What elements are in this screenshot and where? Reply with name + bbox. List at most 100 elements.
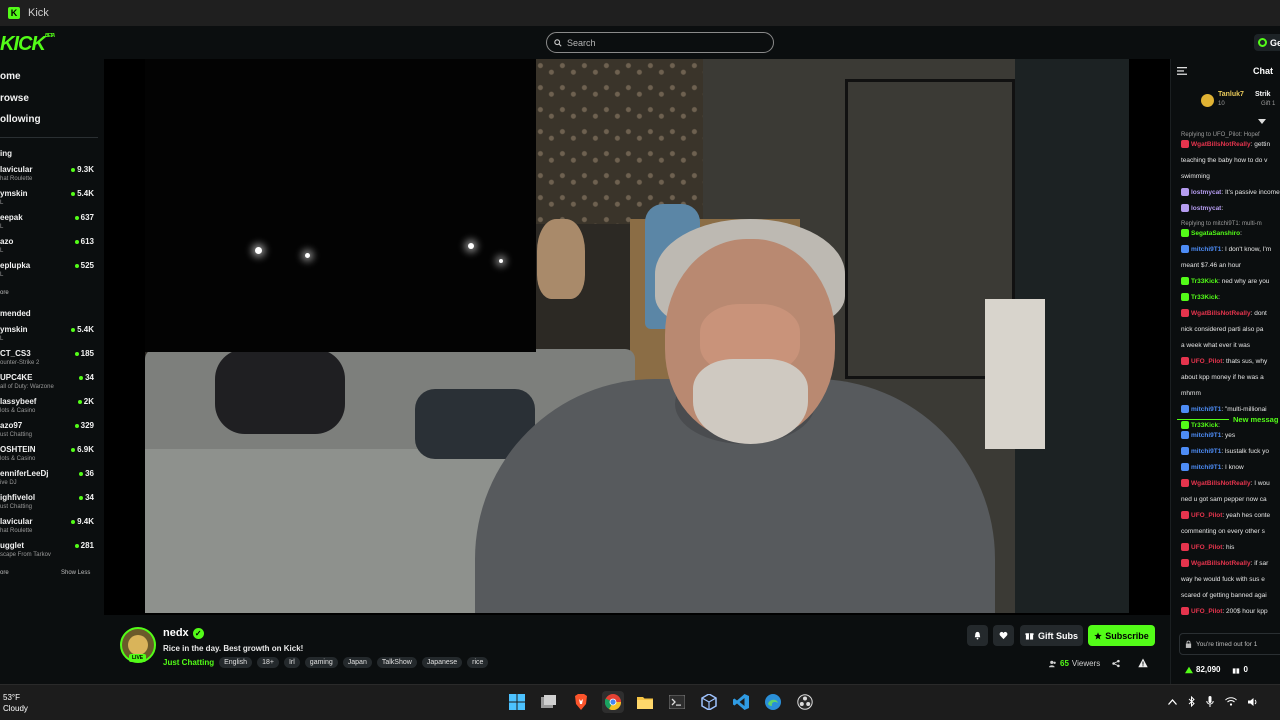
chat-message[interactable]: way he would fuck with sus e <box>1181 575 1280 584</box>
recommended-channel[interactable]: ighfivelol ust Chatting 34 <box>0 493 98 515</box>
chat-message[interactable]: UFO_Pilot: yeah hes conte <box>1181 511 1280 520</box>
chat-username[interactable]: SegataSanshiro <box>1191 230 1240 237</box>
sidebar-home[interactable]: ome <box>0 71 21 82</box>
chat-username[interactable]: mitchi9T1 <box>1191 406 1221 413</box>
recommended-channel[interactable]: azo97 ust Chatting 329 <box>0 421 98 443</box>
channel-points[interactable]: 82,090 <box>1185 665 1220 674</box>
show-less-button[interactable]: Show Less <box>61 570 90 576</box>
chat-message[interactable]: mitchi9T1: I know <box>1181 463 1280 472</box>
chevron-up-icon[interactable] <box>1168 698 1177 705</box>
following-channel[interactable]: ymskin L 5.4K <box>0 189 98 211</box>
search-input[interactable] <box>567 37 757 48</box>
chat-settings[interactable]: 0 <box>1232 665 1248 674</box>
chat-input-timeout[interactable]: You're timed out for 1 <box>1179 633 1280 655</box>
chat-message[interactable]: WgatBillsNotReally: I wou <box>1181 479 1280 488</box>
chat-message[interactable]: UFO_Pilot: 200$ hour kpp <box>1181 607 1280 616</box>
tag-pill[interactable]: Irl <box>283 657 300 668</box>
chat-message[interactable]: mitchi9T1: I don't know, I'm <box>1181 245 1280 254</box>
chat-username[interactable]: mitchi9T1 <box>1191 464 1221 471</box>
show-more-following[interactable]: ore <box>0 290 9 296</box>
chat-message[interactable]: WgatBillsNotReally: if sar <box>1181 559 1280 568</box>
chat-username[interactable]: WgatBillsNotReally <box>1191 141 1251 148</box>
chat-message[interactable]: swimming <box>1181 172 1280 181</box>
chevron-down-icon[interactable] <box>1258 119 1266 125</box>
chat-username[interactable]: Tr33Kick <box>1191 278 1218 285</box>
recommended-channel[interactable]: lassybeef lots & Casino 2K <box>0 397 98 419</box>
virtualbox-icon[interactable] <box>698 691 720 713</box>
vscode-icon[interactable] <box>730 691 752 713</box>
chat-message[interactable]: mitchi9T1: "multi-millionai <box>1181 405 1280 414</box>
chat-message[interactable]: Replying to UFO_Pilot: Hopef WgatBillsNot… <box>1181 131 1280 149</box>
recommended-channel[interactable]: UPC4KE all of Duty: Warzone 34 <box>0 373 98 395</box>
report-warning-icon[interactable] <box>1138 658 1148 668</box>
show-more-recommended[interactable]: ore <box>0 570 9 576</box>
new-messages-label[interactable]: New messag <box>1233 415 1280 424</box>
following-channel[interactable]: eepak L 637 <box>0 213 98 235</box>
video-player[interactable] <box>104 59 1170 615</box>
chat-message[interactable]: teaching the baby how to do v <box>1181 156 1280 165</box>
sidebar-following[interactable]: ollowing <box>0 114 41 125</box>
chat-message[interactable]: WgatBillsNotReally: dont <box>1181 309 1280 318</box>
recommended-channel[interactable]: ymskin L 5.4K <box>0 325 98 347</box>
following-channel[interactable]: lavicular hat Roulette 9.3K <box>0 165 98 187</box>
search-bar[interactable] <box>546 32 774 53</box>
chat-message[interactable]: scared of getting banned agai <box>1181 591 1280 600</box>
chat-message[interactable]: UFO_Pilot: thats sus, why <box>1181 357 1280 366</box>
chat-message[interactable]: a week what ever it was <box>1181 341 1280 350</box>
chat-message[interactable]: nick considered parti also pa <box>1181 325 1280 334</box>
chat-username[interactable]: UFO_Pilot <box>1191 608 1222 615</box>
share-icon[interactable] <box>1112 659 1120 668</box>
streamer-name[interactable]: nedx ✓ <box>163 627 204 639</box>
chat-message[interactable]: UFO_Pilot: his <box>1181 543 1280 552</box>
windows-start-icon[interactable] <box>506 691 528 713</box>
collapse-chat-icon[interactable] <box>1177 67 1187 75</box>
task-view-icon[interactable] <box>538 691 560 713</box>
chat-username[interactable]: WgatBillsNotReally <box>1191 310 1251 317</box>
following-channel[interactable]: eplupka L 525 <box>0 261 98 283</box>
chat-username[interactable]: UFO_Pilot <box>1191 358 1222 365</box>
chat-message[interactable]: commenting on every other s <box>1181 527 1280 536</box>
file-explorer-icon[interactable] <box>634 691 656 713</box>
tag-pill[interactable]: Japan <box>342 657 372 668</box>
chat-message[interactable]: about kpp money if he was a <box>1181 373 1280 382</box>
chat-message[interactable]: meant $7.46 an hour <box>1181 261 1280 270</box>
chat-username[interactable]: WgatBillsNotReally <box>1191 560 1251 567</box>
recommended-channel[interactable]: OSHTEIN lots & Casino 6.9K <box>0 445 98 467</box>
wifi-icon[interactable] <box>1225 697 1237 706</box>
chat-username[interactable]: UFO_Pilot <box>1191 512 1222 519</box>
recommended-channel[interactable]: ugglet scape From Tarkov 281 <box>0 541 98 563</box>
chat-message[interactable]: Tr33Kick: <box>1181 293 1280 302</box>
tag-pill[interactable]: 18+ <box>257 657 279 668</box>
chat-message[interactable]: mitchi9T1: yes <box>1181 431 1280 440</box>
edge-icon[interactable] <box>762 691 784 713</box>
chat-username[interactable]: mitchi9T1 <box>1191 432 1221 439</box>
subscribe-button[interactable]: Subscribe <box>1088 625 1155 646</box>
kick-logo[interactable]: KICKBETA <box>0 33 55 56</box>
chat-message[interactable]: Replying to mitchi9T1: multi-m SegataSans… <box>1181 220 1280 238</box>
tag-pill[interactable]: rice <box>467 657 489 668</box>
terminal-icon[interactable] <box>666 691 688 713</box>
tag-pill[interactable]: Japanese <box>421 657 463 668</box>
category-link[interactable]: Just Chatting <box>163 658 214 667</box>
chat-username[interactable]: lostmycat <box>1191 205 1221 212</box>
obs-icon[interactable] <box>794 691 816 713</box>
chat-message[interactable]: mitchi9T1: lsustalk fuck yo <box>1181 447 1280 456</box>
chat-message[interactable]: lostmycat: <box>1181 204 1280 213</box>
chat-username[interactable]: lostmycat <box>1191 189 1221 196</box>
chat-username[interactable]: Tr33Kick <box>1191 422 1218 429</box>
chrome-icon[interactable] <box>602 691 624 713</box>
volume-icon[interactable] <box>1248 697 1259 707</box>
chat-message[interactable]: ned u got sam pepper now ca <box>1181 495 1280 504</box>
tag-pill[interactable]: TalkShow <box>376 657 417 668</box>
chat-message[interactable]: Tr33Kick: ned why are you <box>1181 277 1280 286</box>
recommended-channel[interactable]: CT_CS3 ounter-Strike 2 185 <box>0 349 98 371</box>
chat-message[interactable]: mhmm <box>1181 389 1280 398</box>
microphone-icon[interactable] <box>1206 696 1214 707</box>
tag-pill[interactable]: gaming <box>304 657 338 668</box>
chat-username[interactable]: UFO_Pilot <box>1191 544 1222 551</box>
get-app-button[interactable]: Ge <box>1254 34 1280 51</box>
chat-username[interactable]: mitchi9T1 <box>1191 246 1221 253</box>
recommended-channel[interactable]: lavicular hat Roulette 9.4K <box>0 517 98 539</box>
bluetooth-icon[interactable] <box>1188 696 1195 707</box>
chat-username[interactable]: Tr33Kick <box>1191 294 1218 301</box>
